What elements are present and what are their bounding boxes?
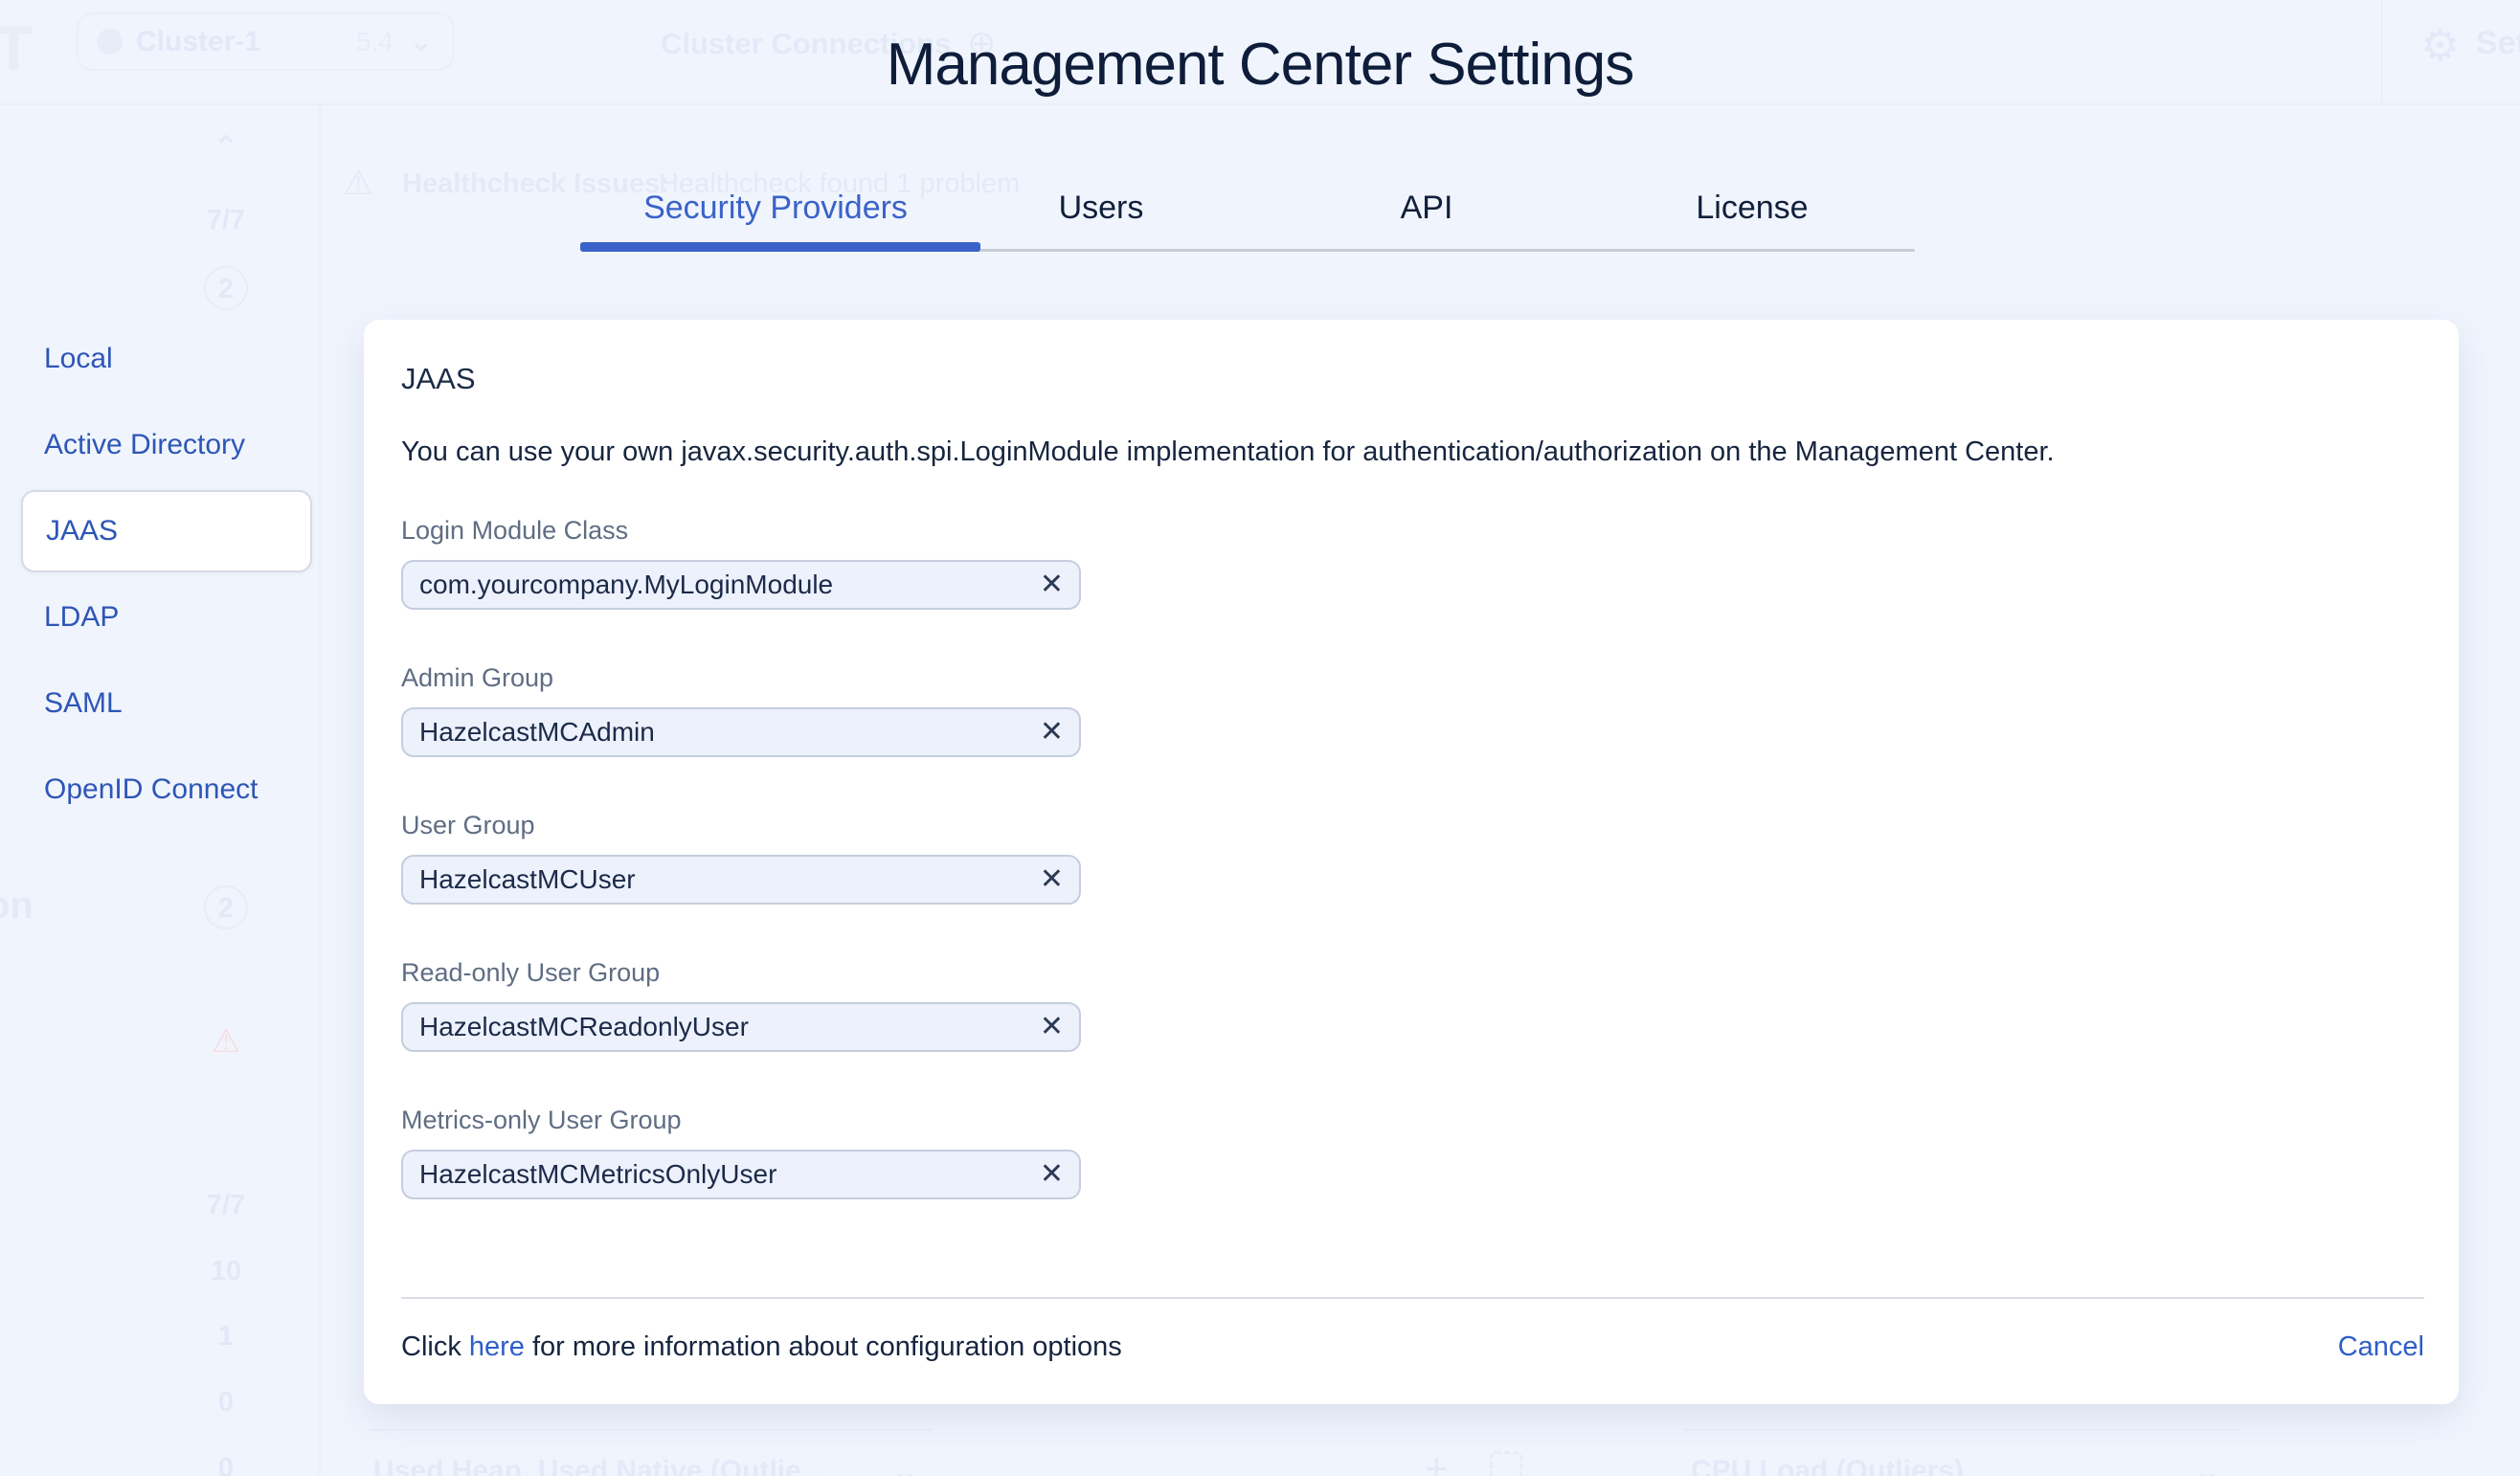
settings-tabs: Security Providers Users API License bbox=[613, 190, 1915, 227]
cancel-button[interactable]: Cancel bbox=[2338, 1331, 2424, 1363]
clipped-background-text: on bbox=[0, 884, 34, 927]
field-label: Metrics-only User Group bbox=[401, 1106, 682, 1134]
sidebar-item-local[interactable]: Local bbox=[21, 316, 312, 402]
input-value: HazelcastMCMetricsOnlyUser bbox=[419, 1159, 777, 1189]
stat-value: 7/7 bbox=[206, 205, 246, 235]
chevron-down-icon: ⌄ bbox=[2194, 1454, 2220, 1476]
field-label: User Group bbox=[401, 811, 535, 839]
tab-api[interactable]: API bbox=[1264, 190, 1589, 227]
help-text-after: for more information about configuration… bbox=[524, 1331, 1122, 1362]
input-value: com.yourcompany.MyLoginModule bbox=[419, 570, 834, 599]
stat-value: 0 bbox=[217, 1453, 235, 1476]
input-value: HazelcastMCAdmin bbox=[419, 717, 655, 747]
help-link[interactable]: here bbox=[469, 1331, 525, 1362]
chevron-up-icon: ⌃ bbox=[214, 130, 238, 164]
bottom-right-panel-title: CPU Load (Outliers) bbox=[1691, 1455, 1965, 1476]
input-value: HazelcastMCReadonlyUser bbox=[419, 1012, 749, 1041]
clear-icon[interactable]: ✕ bbox=[1040, 1160, 1064, 1189]
page-title: Management Center Settings bbox=[886, 32, 1634, 98]
field-group: Admin Group HazelcastMCAdmin ✕ bbox=[401, 663, 2424, 757]
panel-top-border bbox=[1683, 1429, 2239, 1431]
tab-security-providers[interactable]: Security Providers bbox=[613, 190, 938, 227]
stat-value: 10 bbox=[210, 1256, 242, 1286]
clear-icon[interactable]: ✕ bbox=[1040, 865, 1064, 894]
help-text-before: Click bbox=[401, 1331, 469, 1362]
clear-icon[interactable]: ✕ bbox=[1040, 1013, 1064, 1041]
input-value: HazelcastMCUser bbox=[419, 864, 636, 894]
admin-group-input[interactable]: HazelcastMCAdmin ✕ bbox=[401, 707, 1081, 757]
bottom-left-panel-title: Used Heap, Used Native (Outlie... bbox=[373, 1455, 825, 1476]
sidebar-item-openid-connect[interactable]: OpenID Connect bbox=[21, 747, 312, 833]
warning-icon: ⚠ bbox=[211, 1023, 241, 1060]
footer-divider bbox=[401, 1297, 2424, 1299]
panel-description: You can use your own javax.security.auth… bbox=[401, 436, 2055, 467]
metrics-only-user-group-input[interactable]: HazelcastMCMetricsOnlyUser ✕ bbox=[401, 1150, 1081, 1199]
sidebar-item-active-directory[interactable]: Active Directory bbox=[21, 402, 312, 488]
field-group: Read-only User Group HazelcastMCReadonly… bbox=[401, 958, 2424, 1052]
tab-users[interactable]: Users bbox=[938, 190, 1264, 227]
sidebar-border bbox=[319, 105, 321, 1476]
clear-icon[interactable]: ✕ bbox=[1040, 718, 1064, 747]
readonly-user-group-input[interactable]: HazelcastMCReadonlyUser ✕ bbox=[401, 1002, 1081, 1052]
field-group: Metrics-only User Group HazelcastMCMetri… bbox=[401, 1106, 2424, 1199]
sidebar-item-ldap[interactable]: LDAP bbox=[21, 574, 312, 660]
field-label: Login Module Class bbox=[401, 516, 629, 545]
expand-icon bbox=[1490, 1451, 1522, 1476]
stat-badge: 2 bbox=[182, 885, 270, 929]
stat-value: 7/7 bbox=[206, 1190, 246, 1220]
plus-icon: + bbox=[1425, 1445, 1449, 1476]
warning-icon: ⚠ bbox=[343, 163, 374, 202]
login-module-class-input[interactable]: com.yourcompany.MyLoginModule ✕ bbox=[401, 560, 1081, 610]
sidebar-item-saml[interactable]: SAML bbox=[21, 660, 312, 747]
active-tab-indicator bbox=[580, 242, 980, 252]
panel-top-border bbox=[371, 1429, 932, 1431]
field-group: Login Module Class com.yourcompany.MyLog… bbox=[401, 516, 2424, 610]
stat-value: 0 bbox=[217, 1387, 235, 1418]
field-label: Admin Group bbox=[401, 663, 554, 692]
stat-value: 1 bbox=[217, 1321, 235, 1352]
user-group-input[interactable]: HazelcastMCUser ✕ bbox=[401, 855, 1081, 905]
footer-help-text: Click here for more information about co… bbox=[401, 1331, 1122, 1363]
jaas-settings-panel: JAAS You can use your own javax.security… bbox=[364, 320, 2459, 1404]
field-label: Read-only User Group bbox=[401, 958, 661, 987]
chevron-down-icon: ⌄ bbox=[892, 1454, 918, 1476]
security-providers-menu: Local Active Directory JAAS LDAP SAML Op… bbox=[21, 316, 312, 833]
management-center-settings-screen: T Cluster-1 5.4 ⌄ Cluster Connections ⊕ … bbox=[0, 0, 2520, 1476]
panel-footer: Click here for more information about co… bbox=[401, 1331, 2424, 1363]
sidebar-item-jaas[interactable]: JAAS bbox=[21, 490, 312, 572]
stat-badge: 2 bbox=[182, 266, 270, 310]
header-border bbox=[0, 103, 2520, 105]
panel-heading: JAAS bbox=[401, 362, 476, 395]
field-group: User Group HazelcastMCUser ✕ bbox=[401, 811, 2424, 905]
clear-icon[interactable]: ✕ bbox=[1040, 570, 1064, 599]
tab-license[interactable]: License bbox=[1589, 190, 1915, 227]
